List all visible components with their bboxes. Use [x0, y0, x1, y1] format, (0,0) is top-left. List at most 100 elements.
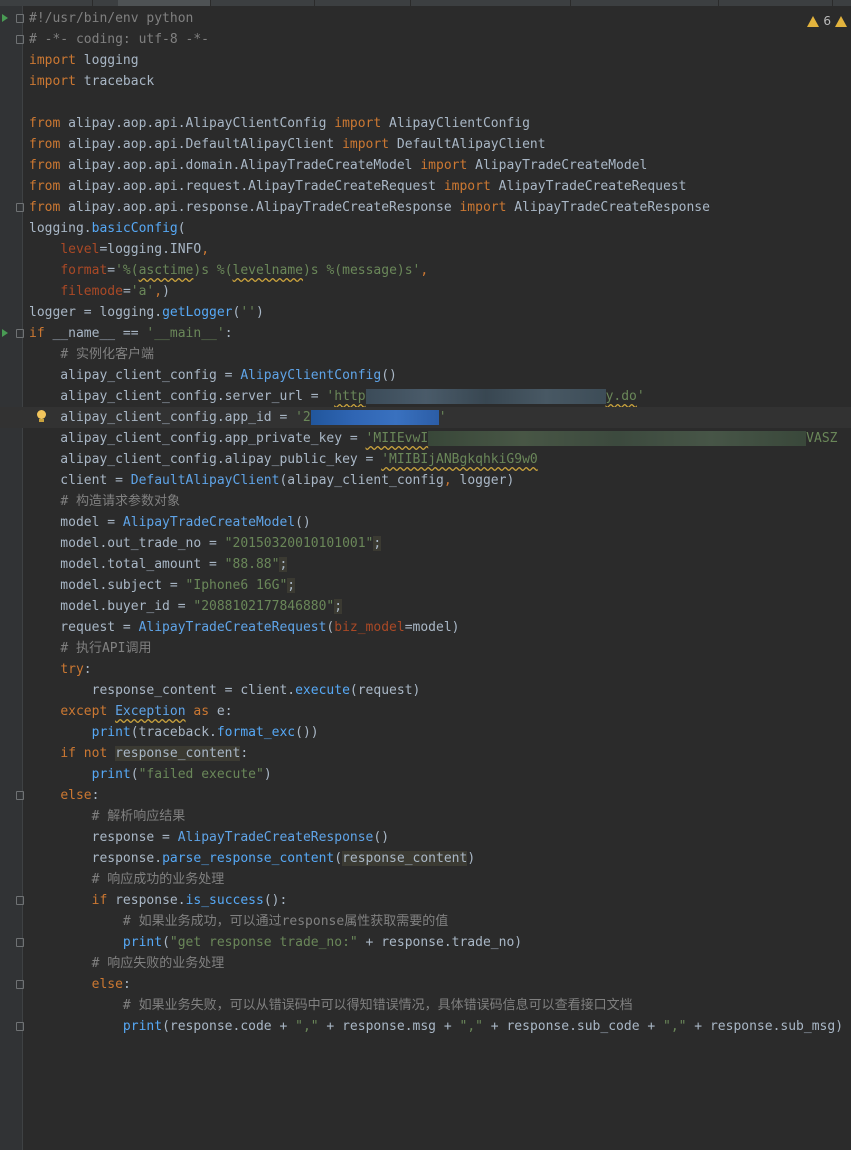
code-line[interactable]: # 响应失败的业务处理 — [0, 953, 851, 974]
editor-tab[interactable] — [318, 0, 411, 6]
fold-marker-icon[interactable] — [16, 938, 24, 947]
redacted-secret — [310, 410, 439, 425]
code-line[interactable]: level=logging.INFO, — [0, 239, 851, 260]
code-token: + response.sub_code + — [482, 1019, 663, 1034]
code-line[interactable]: request = AlipayTradeCreateRequest(biz_m… — [0, 617, 851, 638]
editor-tab[interactable] — [626, 0, 719, 6]
fold-marker-icon[interactable] — [16, 896, 24, 905]
code-line[interactable]: from alipay.aop.api.domain.AlipayTradeCr… — [0, 155, 851, 176]
code-line[interactable]: logger = logging.getLogger('') — [0, 302, 851, 323]
code-line[interactable]: alipay_client_config.app_id = '2 ' — [0, 407, 851, 428]
code-line[interactable]: import traceback — [0, 71, 851, 92]
code-line[interactable]: print("failed execute") — [0, 764, 851, 785]
code-token: client = — [29, 473, 131, 488]
fold-marker-icon[interactable] — [16, 14, 24, 23]
code-line[interactable]: from alipay.aop.api.response.AlipayTrade… — [0, 197, 851, 218]
code-line[interactable]: model.buyer_id = "2088102177846880"; — [0, 596, 851, 617]
fold-marker-icon[interactable] — [16, 203, 24, 212]
code-token: from — [29, 200, 61, 215]
code-line[interactable]: print("get response trade_no:" + respons… — [0, 932, 851, 953]
lightbulb-icon[interactable] — [36, 410, 46, 423]
run-arrow-icon[interactable] — [2, 14, 8, 22]
code-line[interactable]: model.total_amount = "88.88"; — [0, 554, 851, 575]
code-line[interactable]: response_content = client.execute(reques… — [0, 680, 851, 701]
code-token: response. — [107, 893, 186, 908]
fold-marker-icon[interactable] — [16, 1022, 24, 1031]
code-line[interactable]: if not response_content: — [0, 743, 851, 764]
code-line[interactable]: # 构造请求参数对象 — [0, 491, 851, 512]
code-token: AlipayClientConfig — [240, 368, 382, 383]
code-token: () — [295, 515, 311, 530]
code-token: =model) — [404, 620, 460, 635]
code-line[interactable]: client = DefaultAlipayClient(alipay_clie… — [0, 470, 851, 491]
code-line[interactable]: try: — [0, 659, 851, 680]
code-line[interactable]: # 响应成功的业务处理 — [0, 869, 851, 890]
code-line[interactable]: model.out_trade_no = "20150320010101001"… — [0, 533, 851, 554]
code-line[interactable]: import logging — [0, 50, 851, 71]
fold-marker-icon[interactable] — [16, 980, 24, 989]
code-line[interactable]: # 如果业务失败，可以从错误码中可以得知错误情况，具体错误码信息可以查看接口文档 — [0, 995, 851, 1016]
code-token: 'a' — [130, 284, 155, 299]
code-line[interactable]: alipay_client_config.app_private_key = '… — [0, 428, 851, 449]
code-line[interactable]: if response.is_success(): — [0, 890, 851, 911]
code-line[interactable]: logging.basicConfig( — [0, 218, 851, 239]
editor-tab[interactable] — [222, 0, 315, 6]
code-line[interactable]: alipay_client_config.server_url = ' http y… — [0, 386, 851, 407]
code-line[interactable]: # 解析响应结果 — [0, 806, 851, 827]
code-editor[interactable]: #!/usr/bin/env python # -*- coding: utf-8… — [0, 8, 851, 1037]
code-token: format — [60, 263, 108, 278]
code-line[interactable]: # -*- coding: utf-8 -*- — [0, 29, 851, 50]
run-arrow-icon[interactable] — [2, 329, 8, 337]
code-line[interactable]: response = AlipayTradeCreateResponse() — [0, 827, 851, 848]
fold-marker-icon[interactable] — [16, 329, 24, 338]
fold-marker-icon[interactable] — [16, 35, 24, 44]
code-line[interactable]: if __name__ == '__main__': — [0, 323, 851, 344]
code-line[interactable]: else: — [0, 785, 851, 806]
code-line[interactable]: response.parse_response_content(response… — [0, 848, 851, 869]
code-token: (traceback. — [130, 725, 217, 740]
code-line[interactable]: from alipay.aop.api.AlipayClientConfig i… — [0, 113, 851, 134]
editor-tab-active[interactable] — [118, 0, 211, 6]
code-token: traceback — [75, 74, 155, 89]
code-token: '' — [240, 305, 256, 320]
code-line[interactable]: alipay_client_config.alipay_public_key =… — [0, 449, 851, 470]
code-token: ( — [162, 935, 170, 950]
code-line[interactable] — [0, 92, 851, 113]
code-token: except — [60, 704, 108, 719]
code-line[interactable]: # 实例化客户端 — [0, 344, 851, 365]
code-token: levelname — [232, 263, 303, 278]
code-line[interactable]: print(response.code + "," + response.msg… — [0, 1016, 851, 1037]
code-line[interactable]: else: — [0, 974, 851, 995]
code-token: "get response trade_no:" — [169, 935, 358, 950]
code-token: model.subject = — [29, 578, 186, 593]
code-line[interactable]: alipay_client_config = AlipayClientConfi… — [0, 365, 851, 386]
editor-tab[interactable] — [740, 0, 833, 6]
code-line[interactable]: model = AlipayTradeCreateModel() — [0, 512, 851, 533]
code-line[interactable]: from alipay.aop.api.DefaultAlipayClient … — [0, 134, 851, 155]
code-line[interactable]: #!/usr/bin/env python — [0, 8, 851, 29]
code-line[interactable]: print(traceback.format_exc()) — [0, 722, 851, 743]
code-line[interactable]: from alipay.aop.api.request.AlipayTradeC… — [0, 176, 851, 197]
code-token: =logging.INFO — [99, 242, 202, 257]
code-line[interactable]: model.subject = "Iphone6 16G"; — [0, 575, 851, 596]
code-token: (): — [263, 893, 288, 908]
code-token: alipay.aop.api.response.AlipayTradeCreat… — [60, 200, 460, 215]
code-token: filemode — [60, 284, 123, 299]
code-line[interactable]: # 执行API调用 — [0, 638, 851, 659]
code-line[interactable]: except Exception as e: — [0, 701, 851, 722]
code-token: "," — [295, 1019, 319, 1034]
code-line[interactable]: format='%(asctime)s %(levelname)s %(mess… — [0, 260, 851, 281]
fold-marker-icon[interactable] — [16, 791, 24, 800]
code-token: response. — [29, 851, 163, 866]
code-line[interactable]: filemode='a',) — [0, 281, 851, 302]
code-token: , — [201, 242, 210, 257]
editor-tab[interactable] — [478, 0, 571, 6]
code-token: , — [154, 284, 163, 299]
code-token: # 响应失败的业务处理 — [91, 956, 225, 971]
code-line[interactable]: # 如果业务成功，可以通过response属性获取需要的值 — [0, 911, 851, 932]
